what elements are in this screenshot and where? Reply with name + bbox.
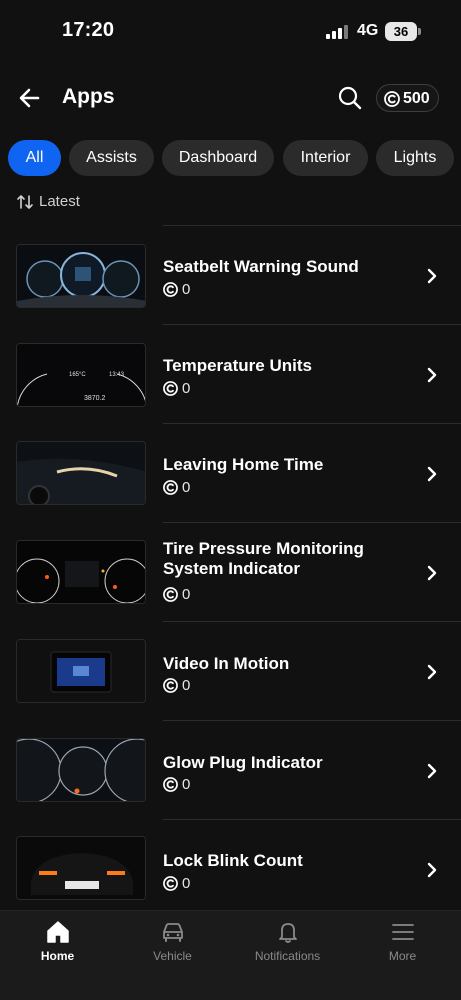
status-bar: 17:20 4G 36 <box>0 0 461 60</box>
app-price-value: 0 <box>182 776 191 793</box>
nav-more[interactable]: More <box>345 911 460 1000</box>
list-item[interactable]: Leaving Home Time 0 <box>0 424 461 522</box>
list-item[interactable]: Tire Pressure Monitoring System Indicato… <box>0 523 461 621</box>
app-price-value: 0 <box>182 586 191 603</box>
app-title: Seatbelt Warning Sound <box>163 257 359 276</box>
app-thumbnail <box>16 836 146 900</box>
nav-more-label: More <box>388 949 417 963</box>
chevron-right-icon <box>427 466 437 482</box>
thumb-odometer: 3870.2 <box>84 395 106 402</box>
app-price-value: 0 <box>182 875 191 892</box>
chevron-right-icon <box>427 268 437 284</box>
coin-icon <box>163 381 178 396</box>
coin-icon <box>384 91 400 107</box>
apps-screen: 17:20 4G 36 Apps 500 All Assists Dashboa… <box>0 0 461 1000</box>
chevron-right-icon <box>427 763 437 779</box>
filter-chip-interior[interactable]: Interior <box>283 140 368 176</box>
app-thumbnail <box>16 639 146 703</box>
filter-chip-lights[interactable]: Lights <box>376 140 454 176</box>
filter-chip-dashboard[interactable]: Dashboard <box>162 140 274 176</box>
sort-label: Latest <box>39 193 80 210</box>
app-thumbnail <box>16 441 146 505</box>
app-title: Lock Blink Count <box>163 851 303 870</box>
home-icon <box>47 921 69 943</box>
coin-icon <box>163 480 178 495</box>
battery-icon: 36 <box>385 22 421 41</box>
network-type: 4G <box>357 22 379 39</box>
nav-home-label: Home <box>40 949 75 963</box>
coin-icon <box>163 678 178 693</box>
app-thumbnail <box>16 738 146 802</box>
nav-vehicle[interactable]: Vehicle <box>115 911 230 1000</box>
search-button[interactable] <box>336 84 364 112</box>
app-title: Tire Pressure Monitoring System Indicato… <box>163 539 364 578</box>
app-title: Glow Plug Indicator <box>163 753 323 772</box>
nav-notifications[interactable]: Notifications <box>230 911 345 1000</box>
app-thumbnail: 165°C 13:43 3870.2 <box>16 343 146 407</box>
app-thumbnail <box>16 540 146 604</box>
signal-icon <box>326 25 348 39</box>
menu-icon <box>392 924 414 940</box>
battery-level: 36 <box>385 22 417 41</box>
app-title: Leaving Home Time <box>163 455 324 474</box>
status-time: 17:20 <box>62 19 115 41</box>
app-header: Apps 500 <box>0 76 461 120</box>
nav-vehicle-label: Vehicle <box>153 949 192 963</box>
app-thumbnail <box>16 244 146 308</box>
chevron-right-icon <box>427 565 437 581</box>
category-filters: All Assists Dashboard Interior Lights <box>0 140 461 176</box>
app-price-value: 0 <box>182 479 191 496</box>
coin-icon <box>163 587 178 602</box>
back-button[interactable] <box>16 84 44 112</box>
filter-chip-assists[interactable]: Assists <box>69 140 154 176</box>
chevron-right-icon <box>427 367 437 383</box>
nav-notifications-label: Notifications <box>254 949 321 963</box>
thumb-temperature: 165°C <box>69 372 86 378</box>
list-item[interactable]: Video In Motion 0 <box>0 622 461 720</box>
app-title: Temperature Units <box>163 356 312 375</box>
chevron-right-icon <box>427 664 437 680</box>
app-price-value: 0 <box>182 380 191 397</box>
list-item[interactable]: Lock Blink Count 0 <box>0 820 461 918</box>
list-item[interactable]: 165°C 13:43 3870.2 Temperature Units 0 <box>0 325 461 423</box>
list-item[interactable]: Glow Plug Indicator 0 <box>0 721 461 819</box>
bottom-navigation: Home Vehicle Notifications More <box>0 910 461 1000</box>
page-title: Apps <box>62 85 115 108</box>
coin-icon <box>163 282 178 297</box>
credits-balance-button[interactable]: 500 <box>376 84 439 112</box>
nav-home[interactable]: Home <box>0 911 115 1000</box>
list-item[interactable]: Seatbelt Warning Sound 0 <box>0 226 461 324</box>
search-icon <box>338 86 362 110</box>
coin-icon <box>163 777 178 792</box>
coin-icon <box>163 876 178 891</box>
filter-chip-all[interactable]: All <box>8 140 61 176</box>
app-price-value: 0 <box>182 677 191 694</box>
thumb-clock: 13:43 <box>109 372 125 378</box>
car-icon <box>163 923 183 942</box>
app-title: Video In Motion <box>163 654 290 673</box>
bell-icon <box>279 923 297 943</box>
credits-balance: 500 <box>403 90 430 107</box>
back-arrow-icon <box>19 88 40 108</box>
sort-arrows-icon <box>17 195 33 209</box>
app-price-value: 0 <box>182 281 191 298</box>
chevron-right-icon <box>427 862 437 878</box>
